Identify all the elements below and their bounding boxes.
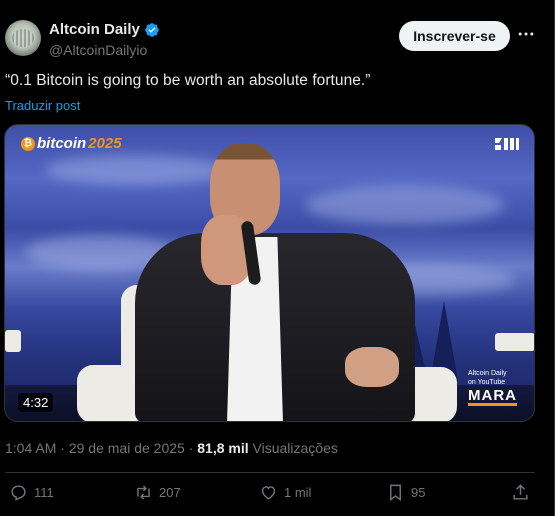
event-logo-prefix: bitcoin bbox=[37, 135, 87, 152]
brand-logo-icon bbox=[495, 138, 519, 150]
video-duration: 4:32 bbox=[18, 393, 54, 412]
tweet-text: “0.1 Bitcoin is going to be worth an abs… bbox=[5, 72, 371, 89]
meta-separator: · bbox=[60, 440, 65, 456]
reply-count: 111 bbox=[34, 485, 54, 500]
side-chair bbox=[5, 330, 21, 352]
bookmark-count: 95 bbox=[411, 485, 426, 500]
meta-separator: · bbox=[188, 440, 194, 456]
action-bar: 111 207 1 mil 95 bbox=[0, 483, 555, 507]
bitcoin-2025-logo: ₿ bitcoin 2025 bbox=[21, 135, 122, 152]
overlay-line1: Altcoin Daily bbox=[468, 370, 507, 377]
heart-icon bbox=[261, 486, 276, 500]
overlay-line2: on YouTube bbox=[468, 379, 506, 386]
speaker-hand bbox=[345, 347, 399, 387]
reply-icon bbox=[11, 485, 26, 501]
author-name[interactable]: Altcoin Daily bbox=[49, 21, 140, 38]
sponsor-logo: MARA bbox=[468, 387, 517, 406]
tweet-meta: 1:04 AM · 29 de mai de 2025 · 81,8 mil V… bbox=[5, 440, 338, 456]
share-icon bbox=[513, 484, 528, 500]
follow-button[interactable]: Inscrever-se bbox=[399, 21, 510, 51]
side-chair bbox=[495, 333, 534, 351]
share-button[interactable] bbox=[511, 483, 530, 502]
repost-button[interactable]: 207 bbox=[134, 483, 181, 502]
tweet-date[interactable]: 29 de mai de 2025 bbox=[69, 440, 185, 456]
event-logo-year: 2025 bbox=[88, 135, 122, 152]
background-cloud bbox=[305, 185, 505, 225]
bitcoin-icon: ₿ bbox=[21, 136, 35, 151]
background-cloud bbox=[45, 155, 225, 185]
divider bbox=[5, 472, 535, 473]
bookmark-button[interactable]: 95 bbox=[386, 483, 425, 502]
verified-badge-icon bbox=[145, 22, 159, 37]
tweet-time[interactable]: 1:04 AM bbox=[5, 440, 56, 456]
author-handle[interactable]: @AltcoinDailyio bbox=[49, 42, 147, 58]
repost-count: 207 bbox=[159, 485, 181, 500]
channel-overlay: Altcoin Daily on YouTube bbox=[468, 369, 507, 387]
repost-icon bbox=[137, 485, 150, 500]
like-count: 1 mil bbox=[284, 485, 312, 500]
author-name-row[interactable]: Altcoin Daily bbox=[49, 21, 160, 38]
video-player[interactable]: ₿ bitcoin 2025 Altcoin Daily on YouTube M… bbox=[4, 124, 535, 422]
translate-post-link[interactable]: Traduzir post bbox=[5, 98, 80, 113]
reply-button[interactable]: 111 bbox=[9, 483, 54, 502]
like-button[interactable]: 1 mil bbox=[259, 483, 311, 502]
views-label: Visualizações bbox=[252, 440, 338, 456]
bookmark-icon bbox=[390, 484, 401, 502]
views-count: 81,8 mil bbox=[197, 440, 249, 456]
avatar[interactable] bbox=[5, 20, 41, 56]
more-options-icon[interactable] bbox=[516, 24, 536, 44]
